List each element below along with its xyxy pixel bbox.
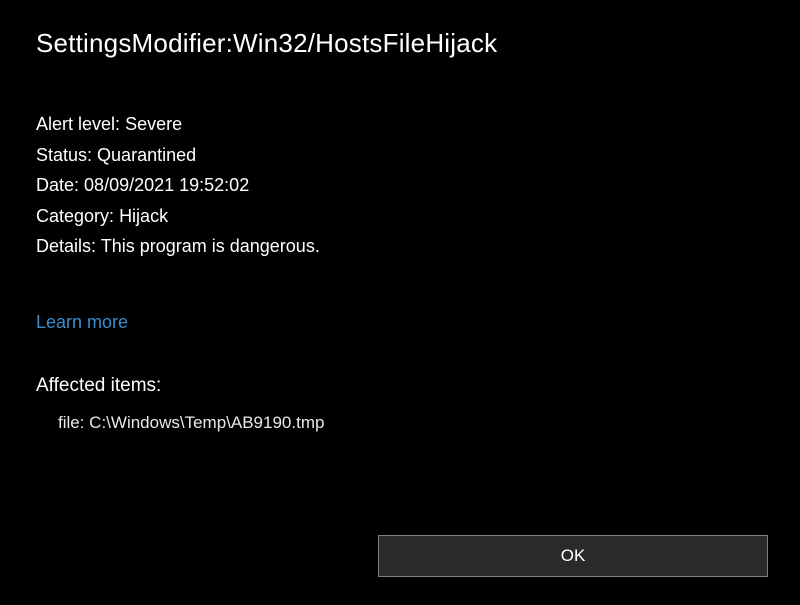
affected-item: file: C:\Windows\Temp\AB9190.tmp (36, 413, 764, 433)
ok-button[interactable]: OK (378, 535, 768, 577)
details-label: Details: (36, 236, 96, 256)
alert-level-label: Alert level: (36, 114, 120, 134)
learn-more-link[interactable]: Learn more (36, 312, 128, 333)
category-row: Category: Hijack (36, 201, 764, 232)
status-row: Status: Quarantined (36, 140, 764, 171)
date-label: Date: (36, 175, 79, 195)
category-value: Hijack (119, 206, 168, 226)
alert-level-row: Alert level: Severe (36, 109, 764, 140)
threat-dialog: SettingsModifier:Win32/HostsFileHijack A… (0, 0, 800, 605)
alert-level-value: Severe (125, 114, 182, 134)
details-row: Details: This program is dangerous. (36, 231, 764, 262)
affected-items-heading: Affected items: (36, 375, 764, 397)
threat-name: SettingsModifier:Win32/HostsFileHijack (36, 28, 764, 59)
date-row: Date: 08/09/2021 19:52:02 (36, 170, 764, 201)
status-value: Quarantined (97, 145, 196, 165)
button-row: OK (378, 535, 768, 577)
threat-info-block: Alert level: Severe Status: Quarantined … (36, 109, 764, 262)
details-value: This program is dangerous. (101, 236, 320, 256)
category-label: Category: (36, 206, 114, 226)
status-label: Status: (36, 145, 92, 165)
date-value: 08/09/2021 19:52:02 (84, 175, 249, 195)
